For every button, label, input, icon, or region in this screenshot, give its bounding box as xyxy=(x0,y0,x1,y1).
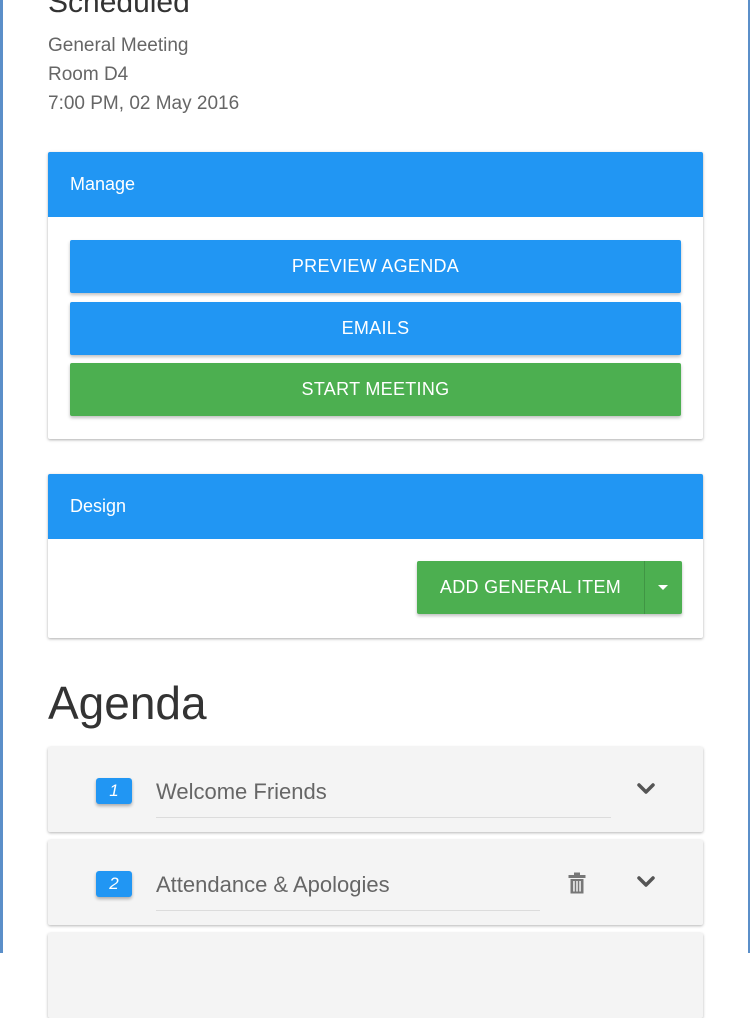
trash-icon[interactable] xyxy=(568,872,586,894)
chevron-down-icon[interactable] xyxy=(636,782,656,796)
manage-card-title: Manage xyxy=(48,152,703,217)
meeting-datetime: 7:00 PM, 02 May 2016 xyxy=(48,93,240,114)
preview-agenda-button[interactable]: PREVIEW AGENDA xyxy=(70,240,681,293)
status-heading: Scheduled xyxy=(48,0,190,19)
window-border-left xyxy=(0,0,3,953)
agenda-item[interactable]: 1 Welcome Friends xyxy=(48,747,703,832)
meeting-type: General Meeting xyxy=(48,35,189,56)
agenda-item-number: 1 xyxy=(96,778,132,804)
caret-down-icon[interactable] xyxy=(645,561,682,614)
agenda-item-title[interactable]: Attendance & Apologies xyxy=(156,865,540,911)
add-general-item-split-button: ADD GENERAL ITEM xyxy=(417,561,682,614)
meeting-info: General Meeting Room D4 7:00 PM, 02 May … xyxy=(48,31,239,118)
agenda-item-number: 2 xyxy=(96,871,132,897)
agenda-item[interactable] xyxy=(48,933,703,1018)
agenda-title: Agenda xyxy=(48,677,207,729)
add-general-item-button[interactable]: ADD GENERAL ITEM xyxy=(417,561,644,614)
start-meeting-button[interactable]: START MEETING xyxy=(70,363,681,416)
emails-button[interactable]: EMAILS xyxy=(70,302,681,355)
agenda-item[interactable]: 2 Attendance & Apologies xyxy=(48,840,703,925)
manage-card: Manage PREVIEW AGENDA EMAILS START MEETI… xyxy=(48,152,703,439)
chevron-down-icon[interactable] xyxy=(636,875,656,889)
design-card: Design ADD GENERAL ITEM xyxy=(48,474,703,638)
agenda-item-title[interactable]: Welcome Friends xyxy=(156,772,611,818)
meeting-room: Room D4 xyxy=(48,64,129,85)
design-card-title: Design xyxy=(48,474,703,539)
